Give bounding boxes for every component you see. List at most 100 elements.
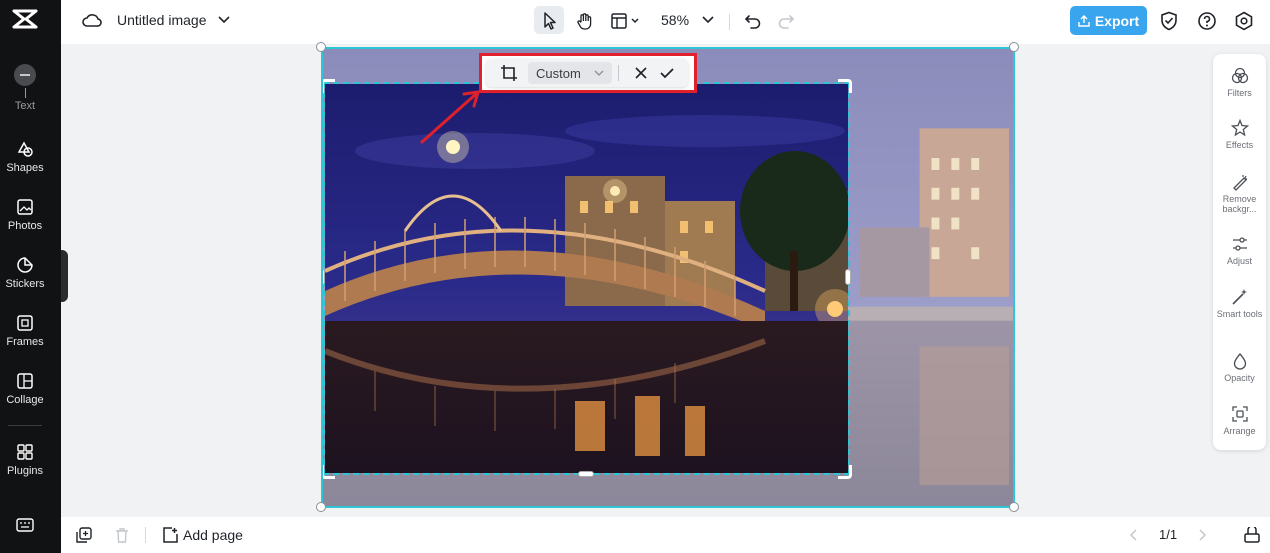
pages-panel-button[interactable] — [1242, 525, 1262, 545]
toolbar-divider — [729, 14, 730, 30]
text-icon — [14, 64, 36, 86]
crop-toolbar: Custom — [486, 59, 688, 87]
confirm-crop-button[interactable] — [658, 64, 676, 82]
crop-handle-right[interactable] — [845, 269, 851, 285]
resize-handle-top-right[interactable] — [1009, 42, 1019, 52]
photos-icon — [17, 199, 33, 215]
stickers-icon — [17, 257, 33, 273]
filters-icon — [1231, 67, 1248, 84]
crop-ratio-value: Custom — [536, 65, 581, 81]
document-title[interactable]: Untitled image — [117, 12, 207, 28]
help-button[interactable] — [1196, 10, 1218, 32]
select-tool-button[interactable] — [534, 6, 564, 34]
hand-tool-button[interactable] — [572, 8, 598, 34]
sidebar-item-frames[interactable]: Frames — [0, 314, 50, 348]
tool-label: Filters — [1227, 88, 1252, 98]
crop-handle-bottom[interactable] — [578, 471, 594, 477]
left-sidebar: Text Shapes Photos Stickers Frames Colla… — [0, 0, 61, 553]
keyboard-shortcuts-button[interactable] — [0, 518, 50, 536]
effects-icon — [1230, 119, 1249, 137]
tool-label: Remove backgr... — [1222, 194, 1257, 214]
crop-handle-top-right[interactable] — [838, 79, 852, 93]
export-label: Export — [1094, 12, 1140, 29]
crop-handle-bottom-left[interactable] — [323, 465, 335, 479]
chevron-down-icon[interactable] — [217, 13, 231, 27]
plugins-icon — [17, 444, 33, 460]
upload-icon — [1078, 14, 1090, 27]
close-icon — [635, 67, 647, 79]
tool-label: Effects — [1225, 140, 1254, 150]
tool-arrange[interactable]: Arrange — [1213, 405, 1266, 436]
resize-handle-bottom-right[interactable] — [1009, 502, 1019, 512]
cursor-icon — [544, 12, 556, 30]
shield-icon — [1161, 11, 1177, 31]
undo-icon — [744, 15, 761, 29]
sidebar-item-plugins[interactable]: Plugins — [0, 443, 50, 477]
chevron-right-icon — [1199, 529, 1207, 541]
add-page-button[interactable]: Add page — [183, 527, 243, 543]
zoom-dropdown-icon[interactable] — [701, 13, 715, 27]
check-icon — [660, 68, 674, 79]
duplicate-icon — [76, 527, 92, 543]
gear-icon — [1235, 11, 1253, 31]
pages-icon — [1244, 527, 1260, 543]
undo-button[interactable] — [742, 10, 764, 32]
tool-opacity[interactable]: Opacity — [1213, 352, 1266, 383]
crop-handle-left[interactable] — [323, 269, 325, 285]
opacity-icon — [1233, 353, 1246, 370]
sidebar-item-collage[interactable]: Collage — [0, 372, 50, 406]
sidebar-item-label: Text — [14, 100, 36, 112]
tool-effects[interactable]: Effects — [1213, 119, 1266, 150]
smart-tools-icon — [1231, 289, 1247, 305]
crop-icon — [501, 65, 517, 81]
tool-smart-tools[interactable]: Smart tools — [1213, 288, 1266, 319]
zoom-level[interactable]: 58% — [661, 12, 689, 28]
chevron-left-icon — [1129, 529, 1137, 541]
resize-handle-bottom-left[interactable] — [316, 502, 326, 512]
resize-handle-top-left[interactable] — [316, 42, 326, 52]
sidebar-item-shapes[interactable]: Shapes — [0, 140, 50, 174]
sidebar-item-text[interactable]: Text — [0, 64, 50, 112]
prev-page-button[interactable] — [1125, 527, 1141, 543]
frames-icon — [17, 315, 33, 331]
sidebar-item-stickers[interactable]: Stickers — [0, 256, 50, 290]
help-icon — [1198, 12, 1216, 30]
app-logo[interactable] — [12, 8, 38, 30]
crop-ratio-select[interactable]: Custom — [528, 62, 612, 84]
sidebar-item-label: Collage — [6, 394, 44, 406]
sidebar-item-label: Plugins — [6, 465, 44, 477]
keyboard-icon — [16, 518, 34, 532]
crop-region[interactable] — [323, 82, 850, 475]
redo-button[interactable] — [775, 10, 797, 32]
adjust-icon — [1232, 237, 1247, 251]
tool-filters[interactable]: Filters — [1213, 67, 1266, 98]
cloud-icon[interactable] — [81, 11, 103, 31]
remove-background-icon — [1232, 175, 1247, 191]
tool-label: Adjust — [1226, 256, 1252, 266]
top-toolbar: Untitled image 58% Export — [61, 0, 1270, 44]
delete-page-button[interactable] — [113, 526, 131, 544]
layout-icon — [611, 13, 639, 29]
next-page-button[interactable] — [1195, 527, 1211, 543]
shield-button[interactable] — [1158, 10, 1180, 32]
sidebar-item-label: Frames — [6, 336, 44, 348]
bottom-bar: Add page 1/1 — [61, 517, 1270, 553]
sidebar-item-label: Shapes — [6, 162, 44, 174]
crop-handle-bottom-right[interactable] — [838, 465, 852, 479]
arrange-icon — [1231, 406, 1248, 422]
add-page-icon[interactable] — [161, 526, 179, 544]
sidebar-collapse-handle[interactable] — [61, 250, 68, 302]
sidebar-item-photos[interactable]: Photos — [0, 198, 50, 232]
settings-button[interactable] — [1233, 10, 1255, 32]
cancel-crop-button[interactable] — [632, 64, 650, 82]
crop-button[interactable] — [498, 63, 520, 83]
tool-remove-background[interactable]: Remove backgr... — [1213, 173, 1266, 214]
trash-icon — [116, 528, 128, 543]
tool-label: Opacity — [1224, 373, 1255, 383]
crop-handle-top-left[interactable] — [323, 79, 335, 93]
duplicate-page-button[interactable] — [75, 526, 93, 544]
layout-dropdown-button[interactable] — [609, 10, 643, 32]
tool-adjust[interactable]: Adjust — [1213, 235, 1266, 266]
annotation-arrow — [420, 90, 480, 144]
export-button[interactable]: Export — [1070, 6, 1147, 35]
